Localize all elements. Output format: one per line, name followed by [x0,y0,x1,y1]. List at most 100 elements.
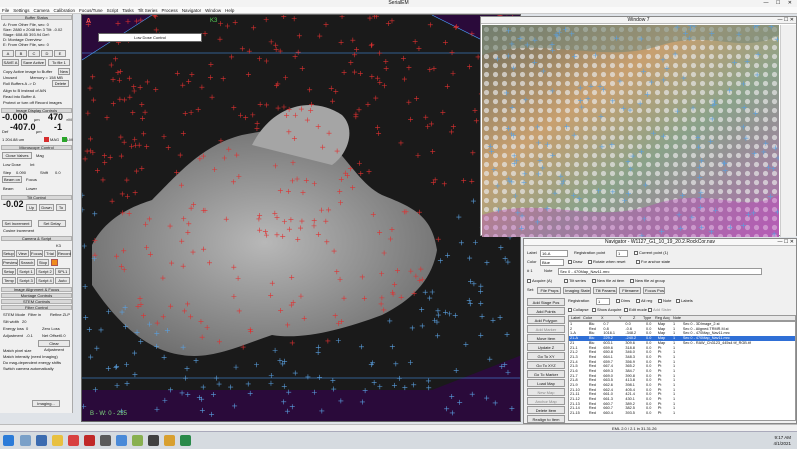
navigator-window-controls[interactable]: — ☐ ✕ [778,239,794,246]
menu-tasks[interactable]: Tasks [122,7,134,13]
window-7-image[interactable] [482,25,779,237]
acquire-label[interactable]: Acquire (A) [527,278,552,284]
record-indicator-orange[interactable] [51,259,58,266]
filter-in-label[interactable]: Filter in [28,312,41,317]
folder-icon[interactable] [52,435,63,446]
taskbar-clock[interactable]: 9:17 AM 4/1/2021 [773,435,791,447]
buffer-b-button[interactable]: B [15,50,27,57]
preview-button[interactable]: Preview [2,259,18,266]
trial-button[interactable]: Trial [44,250,56,257]
tilt-series-label[interactable]: Tilt series [564,278,586,284]
registration-point-field[interactable]: 1 [616,250,628,257]
note-checkbox[interactable] [658,298,662,303]
menu-process[interactable]: Process [162,7,178,13]
dims-label[interactable]: Dims [616,298,630,304]
energy-loss-value[interactable]: 0 [26,326,28,331]
camera-app-icon[interactable] [148,435,159,446]
tilt-to-button[interactable]: To [56,204,66,211]
update-z-button[interactable]: Update Z [527,343,565,351]
roll-buffers-label[interactable]: Roll Buffers A -> D [3,81,36,86]
table-row[interactable]: 21-15 Red 660.4 393.5 0.0 Pt 1 [569,411,795,416]
menu-navigator[interactable]: Navigator [182,7,201,13]
auto-camera-checkbox[interactable]: Switch camera automatically [3,366,54,371]
zero-loss-label[interactable]: Zero Loss [42,326,60,331]
tilt-series-checkbox[interactable] [564,278,568,283]
buffer-a-button[interactable]: A [2,50,14,57]
window-7-scrollbar[interactable] [780,25,796,237]
green-app-icon[interactable] [180,435,191,446]
low-dose-toolbar[interactable]: Low Dose Control [98,33,202,42]
imaging-dropdown[interactable]: Imaging... [32,400,60,407]
menu-tilt-series[interactable]: Tilt Series [138,7,158,13]
go-to-marker-button[interactable]: Go To Marker [527,370,565,378]
serialem-icon[interactable] [116,435,127,446]
protect-label[interactable]: Protect or turn off Record images [3,100,62,105]
mag-btn-label[interactable]: Mag [36,153,44,158]
menu-focus-tune[interactable]: Focus/Tune [79,7,103,13]
focus-button[interactable]: Focus [30,250,43,257]
move-item-button[interactable]: Move Item [527,334,565,342]
registration-select[interactable]: 1 [596,298,610,305]
go-to-xy-button[interactable]: Go To XY [527,352,565,360]
low-dose-label[interactable]: Low Dose [3,162,21,167]
add-sister-checkbox[interactable] [648,307,652,312]
menu-help[interactable]: Help [225,7,234,13]
powershell-icon[interactable] [36,435,47,446]
menu-window[interactable]: Window [205,7,221,13]
app-icon[interactable] [132,435,143,446]
to-file-select[interactable]: To file 1 [48,59,70,66]
script1-button[interactable]: Script 1 [17,268,35,275]
view-button[interactable]: View [16,250,29,257]
setup-button-2[interactable]: Setup [2,268,16,275]
menu-camera[interactable]: Camera [34,7,50,13]
microscope-control-header[interactable]: Microscope Control [1,145,72,150]
stop-button[interactable]: Stop [37,259,49,266]
mag-button-label[interactable]: MAG [50,137,59,142]
buffer-d-button[interactable]: D [41,50,53,57]
focus-label[interactable]: Focus [26,177,37,182]
buffer-c-button[interactable]: C [28,50,40,57]
explorer-icon[interactable] [20,435,31,446]
set-delay-button[interactable]: Set Delay [38,220,66,227]
notes-icon[interactable] [164,435,175,446]
acquire-checkbox[interactable] [527,278,531,283]
cosine-increment-label[interactable]: Cosine increment [3,228,34,233]
slit-width-value[interactable]: 20 [22,319,26,324]
montage-controls-header[interactable]: Montage Controls [1,293,72,298]
add-polygon-button[interactable]: Add Polygon [527,316,565,324]
new-file-item-checkbox[interactable] [592,278,596,283]
script2-button[interactable]: Script 2 [36,268,54,275]
script4-button[interactable]: Script 4 [36,277,54,284]
stem-mode-label[interactable]: STEM Mode [3,312,25,317]
menu-settings[interactable]: Settings [13,7,29,13]
temp-button[interactable]: Temp [2,277,16,284]
label-field[interactable]: 16-A [540,250,568,257]
mag-dependent-checkbox[interactable]: Do mag-dependent energy shifts [3,360,61,365]
main-image-window[interactable]: A K3 Low Dose Control B - W: 0 - 255 [81,14,521,422]
camera-script-header[interactable]: Camera & Script [1,236,72,241]
collapse-label[interactable]: Collapse [568,307,589,313]
image-alignment-header[interactable]: Image Alignment & Focus [1,287,72,292]
rotate-reset-label[interactable]: Rotate when reset [588,259,625,265]
anchor-state-label[interactable]: For anchor state [636,259,670,265]
navigator-item-table[interactable]: 1 Blu 0.7 0.0 0.0 Map 1 Sec 0 - 3DImage_2.st 2 Re… [568,321,796,421]
window-7-canvas[interactable] [482,25,779,237]
new-file-group-checkbox[interactable] [630,278,634,283]
go-to-xyz-button[interactable]: Go To XYZ [527,361,565,369]
draw-label[interactable]: Draw [568,259,582,265]
all-reg-label[interactable]: All reg [636,298,652,304]
new-file-group-label[interactable]: New file at group [630,278,665,284]
match-pixel-checkbox[interactable]: Match pixel size [3,348,31,353]
clear-adjustment-button[interactable]: Clear Adjustment [38,340,70,352]
terminal-icon[interactable] [100,435,111,446]
note-check-label[interactable]: Note [658,298,671,304]
auto-button[interactable]: Auto [55,277,70,284]
filter-control-header[interactable]: Filter Control [1,305,72,310]
record-button[interactable]: Record [57,250,71,257]
current-point-checkbox[interactable] [634,250,638,255]
add-points-button[interactable]: Add Points [527,307,565,315]
chrome-icon[interactable] [68,435,79,446]
file-props-button[interactable]: File Props [537,287,561,294]
show-acquire-checkbox[interactable] [592,307,596,312]
note-field[interactable]: Sec 0 - 470Map_Nav11.mrc [558,268,762,275]
